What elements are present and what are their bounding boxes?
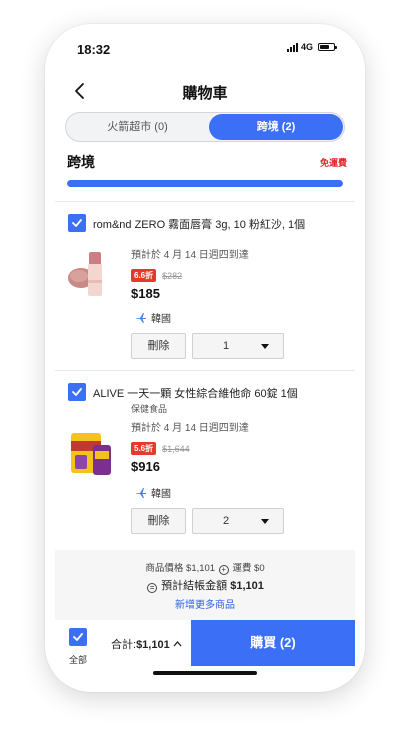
estimated-total: = 預計結帳金額 $1,101: [55, 577, 355, 593]
item-checkbox[interactable]: [68, 214, 86, 232]
section-header: 跨境 免運費: [67, 152, 347, 172]
status-icons: 4G: [287, 42, 338, 52]
item-price: $185: [131, 286, 160, 301]
chevron-up-icon: [173, 641, 182, 647]
item-price: $916: [131, 459, 160, 474]
check-icon: [72, 219, 82, 227]
select-all-checkbox[interactable]: [69, 628, 87, 646]
item-name[interactable]: rom&nd ZERO 霧面唇膏 3g, 10 粉紅沙, 1個: [93, 216, 305, 232]
check-icon: [73, 633, 83, 641]
equals-icon: =: [147, 583, 158, 593]
delivery-estimate: 預計於 4 月 14 日週四到達: [131, 423, 249, 434]
delete-button[interactable]: 刪除: [131, 508, 186, 534]
discount-badge: 5.6折: [131, 442, 157, 455]
total-value: $1,101: [136, 639, 170, 651]
page-title: 購物車: [182, 85, 228, 102]
delivery-estimate: 預計於 4 月 14 日週四到達: [131, 250, 249, 261]
estimated-total-value: $1,101: [230, 580, 264, 592]
total-prefix: 合計:: [111, 639, 137, 651]
origin-country: 韓國: [151, 489, 171, 500]
cart-item: ALIVE 一天一顆 女性綜合維他命 60錠 1個 保健食品 預計於 4 月 1…: [55, 371, 355, 549]
estimated-total-label: 預計結帳金額: [161, 580, 228, 592]
discount-row: 6.6折 $282: [131, 269, 182, 282]
battery-icon: [318, 43, 338, 51]
free-shipping-label: 免運費: [319, 158, 347, 168]
plus-icon: +: [218, 565, 229, 575]
shipping-label: 運費: [232, 563, 252, 574]
price-breakdown: 商品價格 $1,101 + 運費 $0: [55, 560, 355, 575]
cart-total[interactable]: 合計:$1,101: [111, 636, 182, 652]
discount-badge: 6.6折: [131, 269, 157, 282]
screen: 18:32 4G 購物車 火箭超市 (0) 跨境 (2) 跨境 免運費 rom&…: [55, 34, 355, 682]
quantity-select[interactable]: 1: [192, 333, 284, 359]
caret-down-icon: [261, 344, 269, 349]
home-indicator: [153, 671, 257, 675]
caret-down-icon: [261, 519, 269, 524]
quantity-select[interactable]: 2: [192, 508, 284, 534]
discount-row: 5.6折 $1,644: [131, 442, 190, 455]
origin-row: 韓國: [135, 310, 171, 325]
origin-country: 韓國: [151, 314, 171, 325]
item-name[interactable]: ALIVE 一天一顆 女性綜合維他命 60錠 1個: [93, 385, 298, 401]
origin-row: 韓國: [135, 485, 171, 500]
signal-icon: [287, 42, 298, 52]
tab-bar: 火箭超市 (0) 跨境 (2): [65, 112, 345, 142]
delete-button[interactable]: 刪除: [131, 333, 186, 359]
status-bar: 18:32 4G: [55, 34, 355, 64]
quantity-value: 2: [223, 515, 230, 527]
airplane-icon: [136, 312, 146, 323]
select-all-label[interactable]: 全部: [69, 653, 87, 666]
free-shipping-progress: [67, 180, 343, 187]
cart-item: rom&nd ZERO 霧面唇膏 3g, 10 粉紅沙, 1個 預計於 4 月 …: [55, 202, 355, 359]
phone-frame: 18:32 4G 購物車 火箭超市 (0) 跨境 (2) 跨境 免運費 rom&…: [45, 24, 365, 692]
progress-fill: [67, 180, 343, 187]
network-label: 4G: [301, 42, 314, 52]
tab-rocket-market[interactable]: 火箭超市 (0): [67, 114, 208, 140]
original-price: $1,644: [162, 443, 190, 454]
check-icon: [72, 388, 82, 396]
tab-cross-border[interactable]: 跨境 (2): [209, 114, 343, 140]
lipstick-image[interactable]: [67, 244, 117, 300]
quantity-value: 1: [223, 340, 230, 352]
status-time: 18:32: [77, 42, 111, 57]
vitamin-image[interactable]: [67, 427, 117, 483]
goods-price-value: $1,101: [186, 563, 216, 574]
app-header: 購物車: [55, 74, 355, 108]
section-title: 跨境: [67, 154, 95, 170]
goods-price-label: 商品價格: [145, 563, 184, 574]
buy-button[interactable]: 購買 (2): [191, 620, 355, 666]
original-price: $282: [162, 270, 183, 281]
order-summary: 商品價格 $1,101 + 運費 $0 = 預計結帳金額 $1,101 新增更多…: [55, 550, 355, 620]
add-more-items-link[interactable]: 新增更多商品: [55, 596, 355, 611]
item-checkbox[interactable]: [68, 383, 86, 401]
shipping-value: $0: [254, 563, 265, 574]
airplane-icon: [136, 487, 146, 498]
item-category: 保健食品: [131, 404, 168, 414]
